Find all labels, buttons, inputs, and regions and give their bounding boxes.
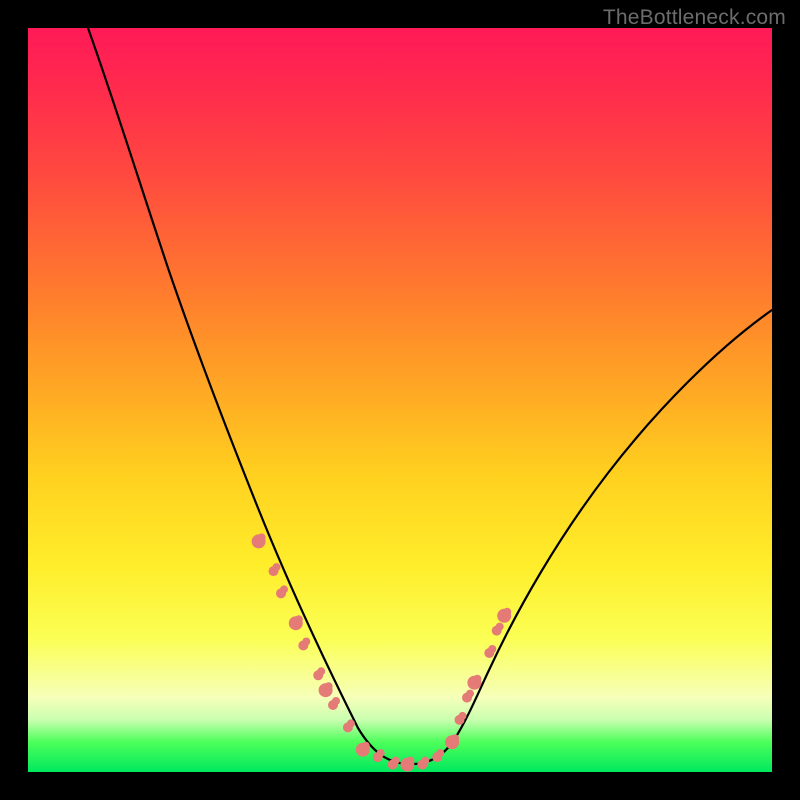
- bead-dot: [466, 690, 474, 698]
- bead-dot: [317, 667, 325, 675]
- bead-dot: [421, 757, 429, 765]
- bead-dot: [347, 719, 355, 727]
- bead-dot: [436, 749, 444, 757]
- bead-dot: [377, 749, 385, 757]
- bead-dot: [258, 533, 266, 541]
- bead-cluster: [252, 533, 512, 771]
- bead-dot: [488, 645, 496, 653]
- bead-dot: [273, 563, 281, 571]
- bead-dot: [496, 623, 504, 631]
- bead-dot: [280, 585, 288, 593]
- bead-dot: [459, 712, 467, 720]
- bead-dot: [451, 734, 459, 742]
- bead-dot: [332, 697, 340, 705]
- watermark-text: TheBottleneck.com: [603, 6, 786, 30]
- bead-dot: [406, 757, 414, 765]
- outer-frame: TheBottleneck.com: [0, 0, 800, 800]
- bead-dot: [503, 608, 511, 616]
- bead-dot: [302, 638, 310, 646]
- bead-dot: [392, 757, 400, 765]
- bottleneck-curve: [88, 28, 772, 764]
- bead-dot: [295, 615, 303, 623]
- bead-dot: [362, 742, 370, 750]
- plot-area: [28, 28, 772, 772]
- curve-layer: [28, 28, 772, 772]
- bead-dot: [325, 682, 333, 690]
- bead-dot: [473, 675, 481, 683]
